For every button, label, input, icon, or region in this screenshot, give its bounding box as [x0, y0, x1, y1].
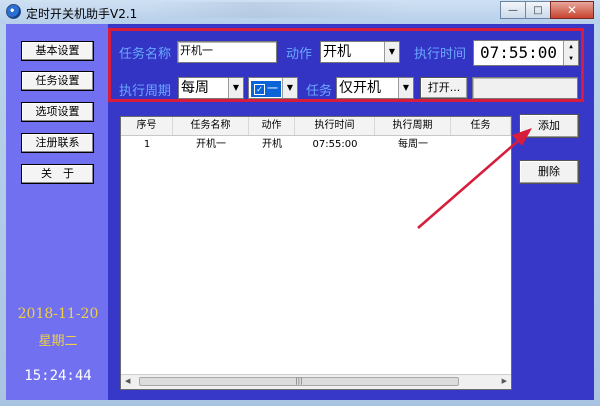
close-button[interactable]: ✕	[550, 1, 594, 19]
chevron-down-icon[interactable]: ▼	[398, 78, 413, 98]
checkbox-icon[interactable]: ✓	[254, 84, 265, 95]
window-title: 定时开关机助手V2.1	[26, 7, 138, 21]
scroll-right-icon[interactable]: ▶	[502, 377, 507, 385]
sidebar-item-basic-settings[interactable]: 基本设置	[21, 41, 94, 61]
exec-period-label: 执行周期	[119, 84, 172, 99]
file-path-field[interactable]	[472, 77, 578, 99]
horizontal-scrollbar[interactable]: ◀ ||| ▶	[121, 374, 511, 389]
time-spinner[interactable]: ▲ ▼	[563, 41, 578, 65]
annotation-arrow-icon	[417, 128, 532, 229]
chevron-down-icon[interactable]: ▼	[228, 78, 243, 98]
task-label: 任务	[306, 84, 333, 99]
day-select-highlight: ✓ 一	[251, 81, 281, 97]
sidebar-item-task-settings[interactable]: 任务设置	[21, 71, 94, 91]
current-weekday: 星期二	[38, 334, 78, 349]
app-logo-icon	[6, 4, 21, 19]
action-select-value: 开机	[323, 44, 351, 60]
title-bar[interactable]: 定时开关机助手V2.1 — □ ✕	[0, 0, 600, 24]
cell-action: 开机	[262, 139, 282, 150]
scroll-left-icon[interactable]: ◀	[125, 377, 130, 385]
maximize-button[interactable]: □	[525, 1, 551, 19]
task-type-value: 仅开机	[339, 80, 381, 96]
action-select[interactable]: 开机 ▼	[320, 41, 400, 63]
period-select[interactable]: 每周 ▼	[178, 77, 244, 99]
day-select-value: 一	[267, 82, 278, 95]
exec-time-input[interactable]: 07:55:00 ▲ ▼	[473, 40, 579, 66]
day-select[interactable]: ✓ 一 ▼	[248, 77, 298, 99]
column-header-exec-time[interactable]: 执行时间	[295, 117, 375, 135]
title-decoration	[150, 2, 410, 18]
exec-time-label: 执行时间	[414, 47, 467, 62]
period-select-value: 每周	[181, 80, 209, 96]
current-time: 15:24:44	[24, 368, 92, 384]
spin-down-icon[interactable]: ▼	[564, 53, 578, 65]
column-header-action[interactable]: 动作	[249, 117, 295, 135]
sidebar-item-register-contact[interactable]: 注册联系	[21, 133, 94, 153]
action-label: 动作	[286, 47, 313, 62]
cell-task-name: 开机一	[196, 139, 226, 150]
column-header-index[interactable]: 序号	[121, 117, 173, 135]
minimize-button[interactable]: —	[500, 1, 526, 19]
scrollbar-thumb[interactable]: |||	[139, 377, 459, 386]
open-file-button[interactable]: 打开...	[420, 77, 468, 99]
spin-up-icon[interactable]: ▲	[564, 41, 578, 53]
task-name-label: 任务名称	[119, 47, 172, 62]
exec-time-value: 07:55:00	[480, 43, 558, 62]
sidebar-item-about[interactable]: 关 于	[21, 164, 94, 184]
cell-index: 1	[143, 139, 151, 150]
cell-exec-time: 07:55:00	[312, 139, 358, 150]
column-header-task-name[interactable]: 任务名称	[173, 117, 249, 135]
chevron-down-icon[interactable]: ▼	[384, 42, 399, 62]
chevron-down-icon[interactable]: ▼	[282, 78, 297, 98]
app-window: 定时开关机助手V2.1 — □ ✕ 基本设置 任务设置 选项设置 注册联系 关 …	[0, 0, 600, 406]
task-name-input[interactable]: 开机一	[177, 41, 277, 63]
sidebar-item-option-settings[interactable]: 选项设置	[21, 102, 94, 122]
current-date: 2018-11-20	[17, 306, 99, 322]
task-type-select[interactable]: 仅开机 ▼	[336, 77, 414, 99]
